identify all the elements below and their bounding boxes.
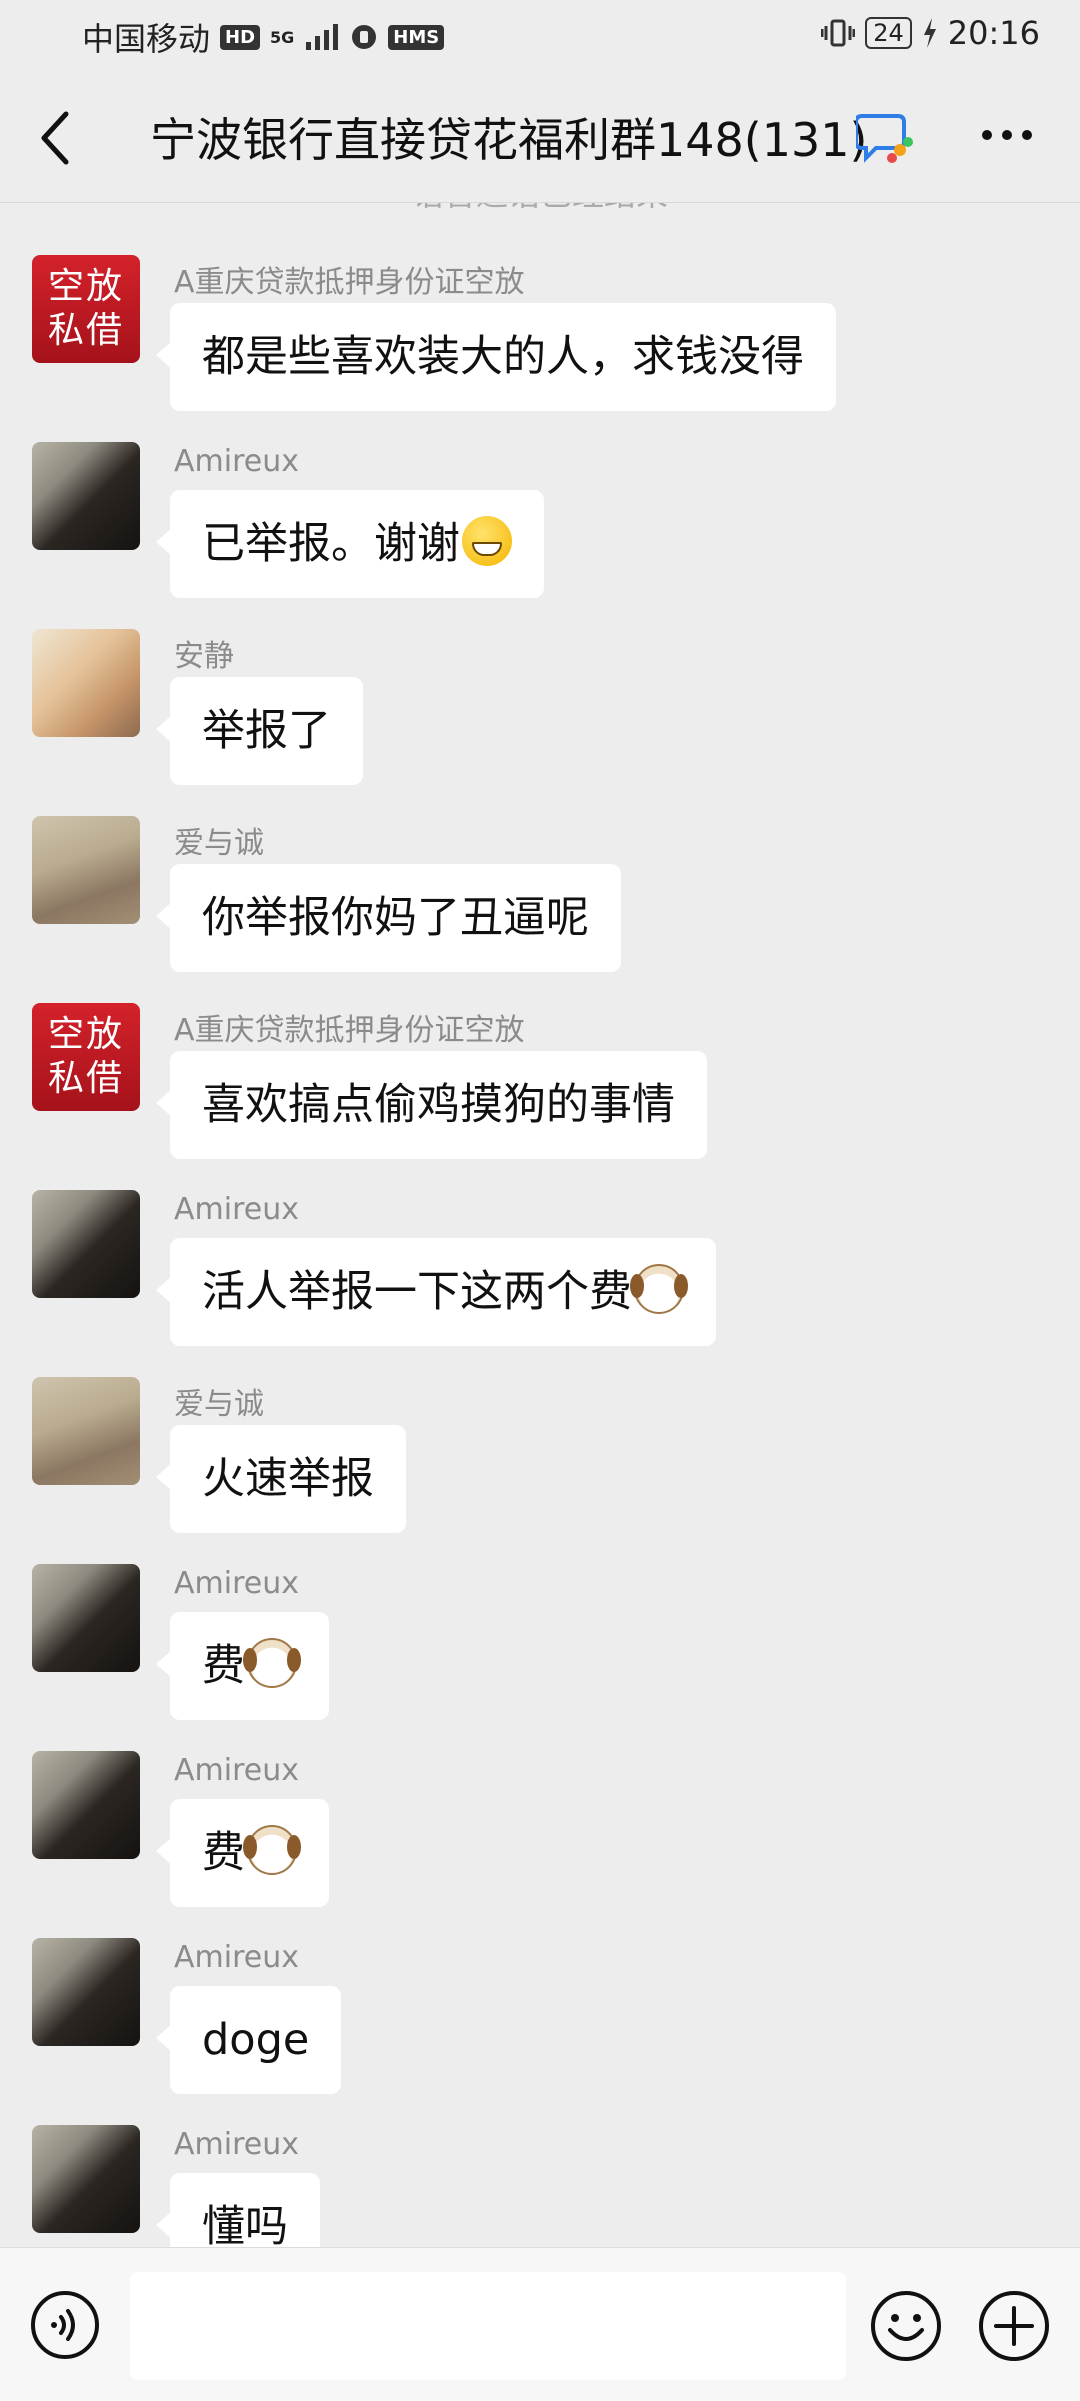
back-arrow-icon[interactable] [36,110,76,166]
avatar[interactable]: 空放 私借 [32,255,140,363]
sender-name: Amireux [174,2127,299,2162]
emoji-icon[interactable] [870,2290,942,2362]
carrier-label: 中国移动 [82,20,211,58]
network-icon: 5G [270,28,294,47]
more-dot [1002,130,1012,140]
message-bubble[interactable]: doge [155,1986,342,2094]
status-right: 24 20:16 [821,14,1040,52]
avatar[interactable] [32,1190,140,1298]
battery-level: 24 [865,17,912,49]
avatar[interactable] [32,442,140,550]
avatar-text: 空放 [47,1014,124,1055]
network-label: 5G [270,27,295,47]
message-input[interactable] [130,2272,846,2380]
message-text: 举报了 [202,706,331,756]
message-text: 懂吗 [202,2202,288,2247]
avatar-text: 私借 [47,310,124,351]
hms-badge: HMS [388,24,445,50]
message-bubble[interactable]: 活人举报一下这两个费 [156,1238,716,1346]
message-bubble[interactable]: 已举报。谢谢 [156,490,544,598]
dog-emoji-icon [630,1264,688,1314]
chat-header: 宁波银行直接贷花福利群148(131) [0,72,1080,203]
charging-icon [923,18,936,48]
message-bubble[interactable]: 举报了 [156,677,363,785]
chat-messages[interactable]: 语音通话已经结束 空放 私借 A重庆贷款抵押身份证空放 都是些喜欢装大的人，求钱… [0,203,1080,2247]
voice-icon[interactable] [30,2290,100,2360]
message-text: 费 [202,1641,245,1691]
avatar[interactable] [32,816,140,924]
avatar[interactable] [32,629,140,737]
message-bubble[interactable]: 你举报你妈了丑逼呢 [156,864,621,972]
message-text: 喜欢搞点偷鸡摸狗的事情 [202,1080,675,1130]
sender-name: Amireux [174,1940,299,1975]
avatar[interactable] [32,1938,140,2046]
hd-badge: HD [220,24,261,50]
message-text: 都是些喜欢装大的人，求钱没得 [202,332,804,382]
dog-emoji-icon [243,1638,301,1688]
sender-name: 爱与诚 [174,826,264,861]
input-bar [0,2247,1080,2401]
chat-title[interactable]: 宁波银行直接贷花福利群148(131) [150,104,868,170]
message-text: 活人举报一下这两个费 [202,1267,632,1317]
message-bubble[interactable]: 懂吗 [156,2173,320,2247]
signal-icon [306,24,339,50]
sender-name: Amireux [174,1566,299,1601]
sender-name: 爱与诚 [174,1387,264,1422]
message-text: 火速举报 [202,1454,374,1504]
status-bar: 中国移动 HD 5G HMS 24 20:16 [0,0,1080,72]
clock: 20:16 [947,14,1040,52]
sender-name: 安静 [174,639,234,674]
sender-name: Amireux [174,1192,299,1227]
message-bubble[interactable]: 喜欢搞点偷鸡摸狗的事情 [156,1051,707,1159]
group-chat-icon[interactable] [856,112,914,164]
status-left: 中国移动 HD 5G HMS [82,14,445,60]
vibrate-icon [821,19,856,47]
sender-name: Amireux [174,1753,299,1788]
wifi-sim-icon [352,25,377,49]
more-dot [1022,130,1032,140]
avatar-text: 私借 [47,1058,124,1099]
message-text: 已举报。谢谢 [202,519,460,569]
message-bubble[interactable]: 都是些喜欢装大的人，求钱没得 [156,303,836,411]
sender-name: Amireux [174,444,299,479]
message-bubble[interactable]: 费 [156,1799,329,1907]
avatar[interactable] [32,1564,140,1672]
grin-emoji-icon [462,516,512,566]
dog-emoji-icon [243,1825,301,1875]
avatar[interactable]: 空放 私借 [32,1003,140,1111]
more-icon[interactable] [982,120,1042,150]
sender-name: A重庆贷款抵押身份证空放 [174,1013,525,1048]
system-note: 语音通话已经结束 [0,203,1080,215]
message-bubble[interactable]: 费 [156,1612,329,1720]
avatar[interactable] [32,1377,140,1485]
more-dot [982,130,992,140]
sender-name: A重庆贷款抵押身份证空放 [174,265,525,300]
avatar[interactable] [32,2125,140,2233]
plus-icon[interactable] [978,2290,1050,2362]
message-text: 费 [202,1828,245,1878]
message-text: 你举报你妈了丑逼呢 [202,893,589,943]
message-text: doge [202,2015,310,2065]
message-bubble[interactable]: 火速举报 [156,1425,406,1533]
avatar[interactable] [32,1751,140,1859]
avatar-text: 空放 [47,266,124,307]
